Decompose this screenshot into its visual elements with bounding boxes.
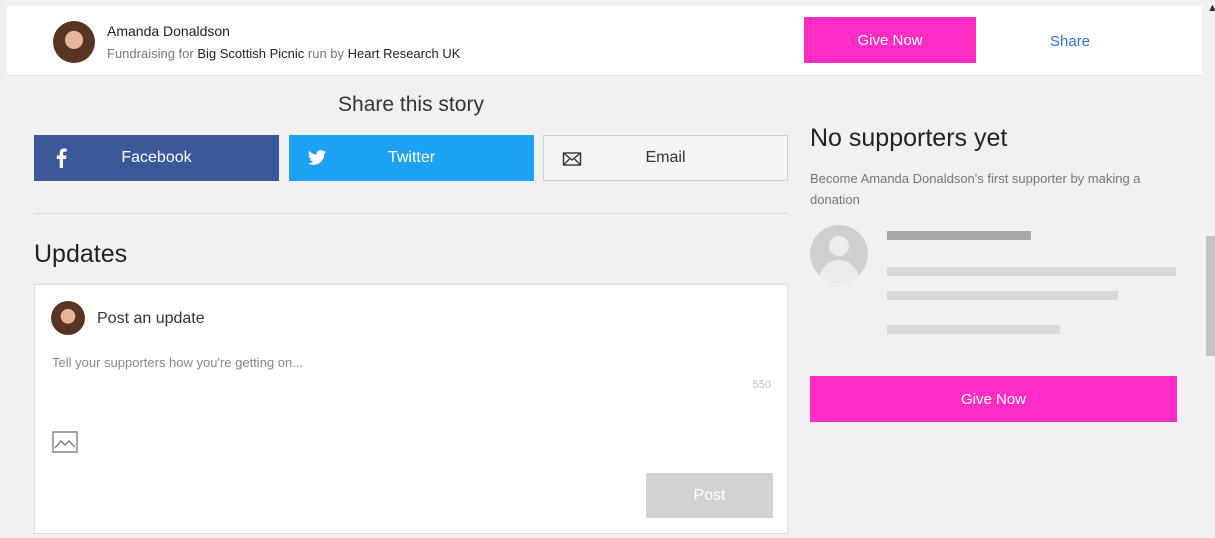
placeholder-line	[887, 291, 1118, 300]
twitter-share-button[interactable]: Twitter	[289, 135, 534, 181]
no-supporters-title: No supporters yet	[810, 124, 1008, 152]
section-divider	[34, 213, 788, 214]
event-link[interactable]: Big Scottish Picnic	[197, 46, 304, 61]
user-avatar	[51, 301, 85, 335]
give-now-button-header[interactable]: Give Now	[804, 17, 976, 63]
update-textarea[interactable]: Tell your supporters how you're getting …	[52, 355, 303, 370]
fundraiser-name: Amanda Donaldson	[107, 23, 230, 39]
fundraiser-subtitle: Fundraising for Big Scottish Picnic run …	[107, 46, 460, 61]
character-counter: 550	[752, 379, 771, 391]
updates-title: Updates	[34, 240, 128, 268]
share-link[interactable]: Share	[1050, 33, 1090, 50]
scroll-up-arrow-icon[interactable]: ▲	[1207, 2, 1215, 14]
twitter-icon	[307, 150, 327, 165]
subtitle-prefix: Fundraising for	[107, 46, 194, 61]
facebook-icon	[56, 148, 67, 168]
avatar-placeholder-icon	[810, 225, 868, 283]
email-icon	[562, 152, 582, 166]
placeholder-line	[887, 325, 1060, 334]
post-button[interactable]: Post	[646, 473, 773, 518]
charity-link[interactable]: Heart Research UK	[348, 46, 461, 61]
facebook-share-button[interactable]: Facebook	[34, 135, 279, 181]
fundraiser-header: Amanda Donaldson Fundraising for Big Sco…	[7, 6, 1202, 76]
give-now-button-sidebar[interactable]: Give Now	[810, 376, 1177, 422]
fundraiser-avatar	[53, 21, 95, 63]
placeholder-line	[887, 231, 1031, 240]
no-supporters-description: Become Amanda Donaldson's first supporte…	[810, 171, 1141, 207]
email-share-button[interactable]: Email	[543, 135, 788, 181]
subtitle-middle: run by	[307, 46, 345, 61]
share-title: Share this story	[338, 93, 484, 116]
post-update-heading: Post an update	[97, 310, 205, 327]
post-update-card: Post an update Tell your supporters how …	[34, 284, 788, 534]
image-icon[interactable]	[52, 431, 78, 453]
placeholder-line	[887, 267, 1176, 276]
scrollbar-thumb[interactable]	[1206, 236, 1215, 356]
